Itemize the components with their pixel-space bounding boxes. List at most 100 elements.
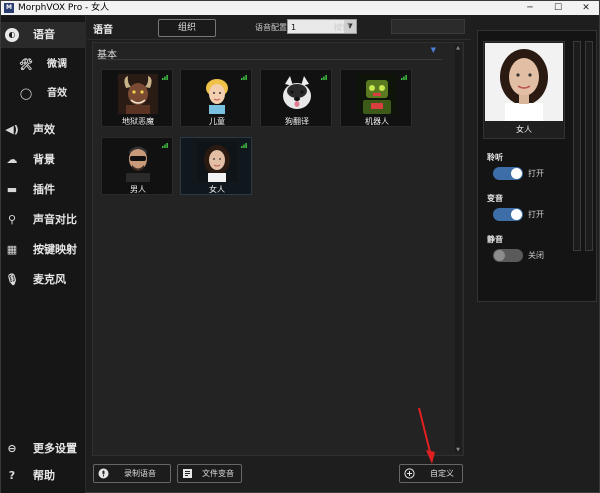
close-button[interactable]: ✕ <box>573 1 599 15</box>
mute-label: 静音 <box>487 235 503 244</box>
file-morph-label: 文件变音 <box>202 469 234 478</box>
record-icon <box>98 468 109 479</box>
sidebar-item-label: 插件 <box>33 183 55 196</box>
sidebar-item-label: 麦克风 <box>33 273 66 286</box>
child-portrait-icon <box>197 74 237 114</box>
record-voice-button[interactable]: 录制语音 <box>93 464 171 483</box>
morph-toggle[interactable] <box>493 208 523 221</box>
customize-button[interactable]: 自定义 <box>399 464 463 483</box>
woman-portrait-icon <box>197 142 237 182</box>
voice-name: 地狱恶魔 <box>122 117 154 126</box>
sidebar-item-tweak[interactable]: 🛠 微调 <box>1 52 86 78</box>
voice-tile-man[interactable]: 男人 <box>101 137 173 195</box>
signal-icon <box>241 75 247 80</box>
more-icon: ⊖ <box>7 442 17 455</box>
signal-icon <box>401 75 407 80</box>
category-title: 基本 <box>97 50 117 61</box>
sidebar-item-keymap[interactable]: ▦ 按键映射 <box>1 237 86 263</box>
demon-portrait-icon <box>118 74 158 114</box>
sidebar-item-sound[interactable]: ◯ 音效 <box>1 81 86 107</box>
search-input[interactable] <box>391 19 465 34</box>
sidebar-item-label: 帮助 <box>33 469 55 482</box>
scroll-up-icon[interactable]: ▲ <box>455 45 461 51</box>
selected-voice-card: 女人 <box>483 41 565 139</box>
sidebar-item-label: 按键映射 <box>33 243 77 256</box>
mute-toggle[interactable] <box>493 249 523 262</box>
signal-icon <box>162 75 168 80</box>
annotation-arrow-icon <box>418 407 435 464</box>
sidebar-item-background[interactable]: ☁ 背景 <box>1 147 86 173</box>
mute-toggle-group: 静音 关闭 <box>487 234 557 270</box>
voice-tile-woman[interactable]: 女人 <box>180 137 252 195</box>
voice-grid-panel: 基本 ▼ 地狱恶魔 儿童 狗翻译 机器人 男人 女人 ▲ ▼ <box>92 42 464 456</box>
title-bar: M MorphVOX Pro - 女人 ─ ☐ ✕ <box>1 1 599 15</box>
input-level-meter <box>573 41 581 251</box>
sidebar-item-voice[interactable]: ◐ 语音 <box>1 22 86 48</box>
voice-name: 男人 <box>130 185 146 194</box>
sidebar-item-plugins[interactable]: ▬ 插件 <box>1 177 86 203</box>
voice-name: 女人 <box>209 185 225 194</box>
file-morph-button[interactable]: 文件变音 <box>177 464 242 483</box>
mute-state: 关闭 <box>528 251 544 260</box>
sidebar-item-more-settings[interactable]: ⊖ 更多设置 <box>1 436 86 462</box>
voice-icon: ◐ <box>5 28 19 42</box>
category-header[interactable]: 基本 ▼ <box>97 46 442 61</box>
voice-toolbar: 语音 组织 语音配置文件: 1 ▼ 搜索 <box>87 16 471 40</box>
robot-portrait-icon <box>357 74 397 114</box>
morph-toggle-group: 变音 打开 <box>487 193 557 229</box>
man-portrait-icon <box>118 142 158 182</box>
toggle-knob <box>511 209 522 220</box>
section-title: 语音 <box>93 25 113 36</box>
listen-state: 打开 <box>528 169 544 178</box>
app-window: M MorphVOX Pro - 女人 ─ ☐ ✕ ◐ 语音 🛠 微调 ◯ 音效… <box>0 0 600 493</box>
file-icon <box>183 469 192 478</box>
microphone-icon: 🎙 <box>5 273 19 286</box>
voice-tile-child[interactable]: 儿童 <box>180 69 252 127</box>
voice-tile-dog[interactable]: 狗翻译 <box>260 69 332 127</box>
toggle-knob <box>511 168 522 179</box>
signal-icon <box>162 143 168 148</box>
selected-voice-portrait-icon <box>485 43 563 121</box>
voice-name: 儿童 <box>209 117 225 126</box>
sidebar-item-label: 声音对比 <box>33 213 77 226</box>
sidebar-item-microphone[interactable]: 🎙 麦克风 <box>1 267 86 293</box>
sidebar-item-help[interactable]: ? 帮助 <box>1 463 86 489</box>
listen-toggle-group: 聆听 打开 <box>487 152 557 188</box>
voice-tile-robot[interactable]: 机器人 <box>340 69 412 127</box>
scroll-down-icon[interactable]: ▼ <box>455 447 461 453</box>
keyboard-icon: ▦ <box>6 243 18 256</box>
selected-voice-name: 女人 <box>516 125 532 134</box>
output-level-meter <box>585 41 593 251</box>
sidebar-item-label: 更多设置 <box>33 442 77 455</box>
signal-icon <box>321 75 327 80</box>
minimize-button[interactable]: ─ <box>517 1 543 15</box>
sidebar-item-label: 语音 <box>33 28 55 41</box>
speaker-icon: ◀) <box>5 123 19 136</box>
vertical-scrollbar[interactable]: ▲ ▼ <box>455 45 461 453</box>
sidebar-item-compare[interactable]: ⚲ 声音对比 <box>1 207 86 233</box>
toggle-knob <box>494 250 505 261</box>
customize-label: 自定义 <box>430 469 454 478</box>
organize-button[interactable]: 组织 <box>158 19 216 37</box>
config-value: 1 <box>291 23 297 32</box>
signal-icon <box>241 143 247 148</box>
chevron-down-icon: ▼ <box>430 46 436 54</box>
record-voice-label: 录制语音 <box>124 469 156 478</box>
sidebar-item-label: 声效 <box>33 123 55 136</box>
dog-portrait-icon <box>277 74 317 114</box>
sidebar: ◐ 语音 🛠 微调 ◯ 音效 ◀) 声效 ☁ 背景 ▬ 插件 ⚲ 声音对比 ▦ <box>1 16 86 493</box>
plug-icon: ▬ <box>6 183 18 196</box>
morph-label: 变音 <box>487 194 503 203</box>
help-icon: ? <box>8 469 16 482</box>
voice-tile-demon[interactable]: 地狱恶魔 <box>101 69 173 127</box>
listen-label: 聆听 <box>487 153 503 162</box>
app-logo-icon: M <box>4 3 14 13</box>
tools-icon: 🛠 <box>19 58 33 71</box>
sidebar-item-effects[interactable]: ◀) 声效 <box>1 117 86 143</box>
listen-toggle[interactable] <box>493 167 523 180</box>
maximize-button[interactable]: ☐ <box>545 1 571 15</box>
voice-name: 狗翻译 <box>285 117 309 126</box>
sidebar-item-label: 微调 <box>47 59 67 70</box>
cloud-icon: ☁ <box>6 153 18 166</box>
morph-state: 打开 <box>528 210 544 219</box>
